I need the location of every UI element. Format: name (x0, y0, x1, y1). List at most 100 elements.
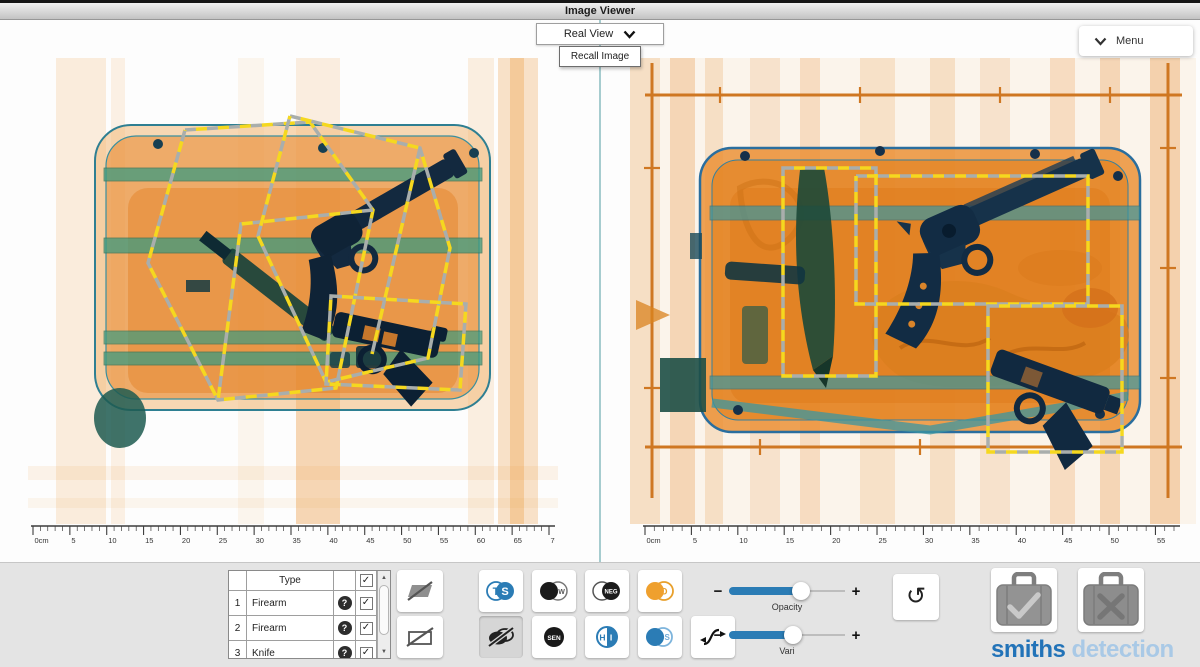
hi-filter-icon: H I (592, 625, 622, 649)
svg-text:20: 20 (182, 536, 190, 545)
svg-text:10: 10 (108, 536, 116, 545)
filter-off-button[interactable] (479, 616, 523, 658)
row-info[interactable]: ? (334, 641, 356, 659)
row-info[interactable]: ? (334, 616, 356, 641)
os-filter-button[interactable]: OS (638, 616, 682, 658)
accept-bag-button[interactable] (991, 568, 1057, 632)
header-info (334, 571, 356, 591)
reject-bag-button[interactable] (1078, 568, 1144, 632)
scroll-up-icon[interactable]: ▲ (378, 571, 390, 584)
svg-text:45: 45 (1064, 536, 1072, 545)
header-type: Type (247, 571, 334, 591)
table-row[interactable]: 1 Firearm ? ✓ (229, 591, 390, 616)
minus-icon[interactable]: − (712, 627, 724, 644)
menu-label: Menu (1116, 35, 1144, 47)
view-mode-dropdown[interactable]: Real View (536, 23, 664, 45)
svg-text:60: 60 (477, 536, 485, 545)
undo-icon: ↺ (906, 584, 926, 608)
menu-button[interactable]: Menu (1079, 26, 1193, 56)
row-select[interactable]: ✓ (356, 591, 377, 616)
viewer-main: Real View Recall Image Menu (0, 20, 1200, 562)
svg-text:I: I (610, 633, 612, 643)
svg-text:45: 45 (366, 536, 374, 545)
table-header-row: Type ✓ (229, 571, 390, 591)
plus-icon[interactable]: + (850, 583, 862, 600)
row-info[interactable]: ? (334, 591, 356, 616)
svg-text:35: 35 (971, 536, 979, 545)
bw-filter-button[interactable]: BW (532, 570, 576, 612)
row-checkbox[interactable]: ✓ (360, 597, 373, 610)
svg-text:0cm: 0cm (35, 536, 49, 545)
row-select[interactable]: ✓ (356, 641, 377, 659)
minus-icon[interactable]: − (712, 583, 724, 600)
row-type: Firearm (247, 616, 334, 641)
os-filter-icon: OS (645, 625, 675, 649)
svg-text:NEG: NEG (604, 590, 617, 596)
filter-off-icon (486, 625, 516, 649)
svg-text:H: H (599, 633, 605, 643)
row-index: 2 (229, 616, 247, 641)
select-all-checkbox[interactable]: ✓ (360, 574, 373, 587)
info-icon[interactable]: ? (338, 596, 352, 610)
svg-text:5: 5 (71, 536, 75, 545)
outline-box-slash-icon (405, 625, 435, 649)
hi-filter-button[interactable]: H I (585, 616, 629, 658)
right-ruler: 0cm510152025303540455055 (643, 525, 1180, 545)
svg-text:55: 55 (1157, 536, 1165, 545)
xray-right-image[interactable] (630, 58, 1196, 524)
vari-slider-track[interactable] (729, 626, 845, 644)
neg-filter-icon: NEG (592, 579, 622, 603)
window-title: Image Viewer (565, 5, 635, 17)
svg-text:20: 20 (832, 536, 840, 545)
svg-text:55: 55 (440, 536, 448, 545)
hide-filled-boxes-button[interactable] (397, 570, 443, 612)
svg-text:25: 25 (879, 536, 887, 545)
logo-part2: detection (1072, 636, 1174, 663)
svg-text:40: 40 (1018, 536, 1026, 545)
svg-text:40: 40 (329, 536, 337, 545)
row-index: 1 (229, 591, 247, 616)
chevron-down-icon (623, 30, 636, 39)
table-scrollbar[interactable]: ▲ ▼ (377, 571, 390, 658)
small-object (186, 280, 210, 292)
logo-part1: smiths (991, 636, 1065, 663)
vari-slider-handle[interactable] (784, 626, 802, 644)
table-row[interactable]: 2 Firearm ? ✓ (229, 616, 390, 641)
info-icon[interactable]: ? (338, 646, 352, 659)
row-checkbox[interactable]: ✓ (360, 622, 373, 635)
organic-filter-icon: O (645, 579, 675, 603)
organic-filter-button[interactable]: O (638, 570, 682, 612)
slider-label: Opacity (712, 602, 862, 612)
xray-left-image[interactable] (28, 58, 558, 524)
recall-image-button[interactable]: Recall Image (559, 46, 641, 67)
sen-filter-icon: SEN (539, 625, 569, 649)
svg-text:30: 30 (925, 536, 933, 545)
suitcase-x-icon (1081, 572, 1141, 628)
ts-filter-button[interactable]: T S (479, 570, 523, 612)
vari-slider[interactable]: − + Vari (712, 625, 862, 645)
scrollbar-thumb[interactable] (379, 585, 389, 635)
opacity-slider[interactable]: − + Opacity (712, 581, 862, 601)
bw-filter-icon: BW (539, 579, 569, 603)
row-select[interactable]: ✓ (356, 616, 377, 641)
detections-table[interactable]: Type ✓ 1 Firearm ? ✓ 2 Firearm ? ✓ 3 Kni… (228, 570, 391, 659)
view-mode-label: Real View (564, 28, 613, 40)
svg-text:35: 35 (293, 536, 301, 545)
neg-filter-button[interactable]: NEG (585, 570, 629, 612)
scroll-down-icon[interactable]: ▼ (378, 645, 390, 658)
row-index: 3 (229, 641, 247, 659)
info-icon[interactable]: ? (338, 621, 352, 635)
slider-label: Vari (712, 646, 862, 656)
plus-icon[interactable]: + (850, 627, 862, 644)
row-checkbox[interactable]: ✓ (360, 647, 373, 660)
header-select-all[interactable]: ✓ (356, 571, 377, 591)
opacity-slider-track[interactable] (729, 582, 845, 600)
svg-text:30: 30 (256, 536, 264, 545)
hide-outline-boxes-button[interactable] (397, 616, 443, 658)
header-index (229, 571, 247, 591)
sen-filter-button[interactable]: SEN (532, 616, 576, 658)
pane-divider[interactable] (599, 20, 601, 562)
table-row[interactable]: 3 Knife ? ✓ (229, 641, 390, 659)
opacity-slider-handle[interactable] (792, 582, 810, 600)
undo-button[interactable]: ↺ (893, 574, 939, 620)
